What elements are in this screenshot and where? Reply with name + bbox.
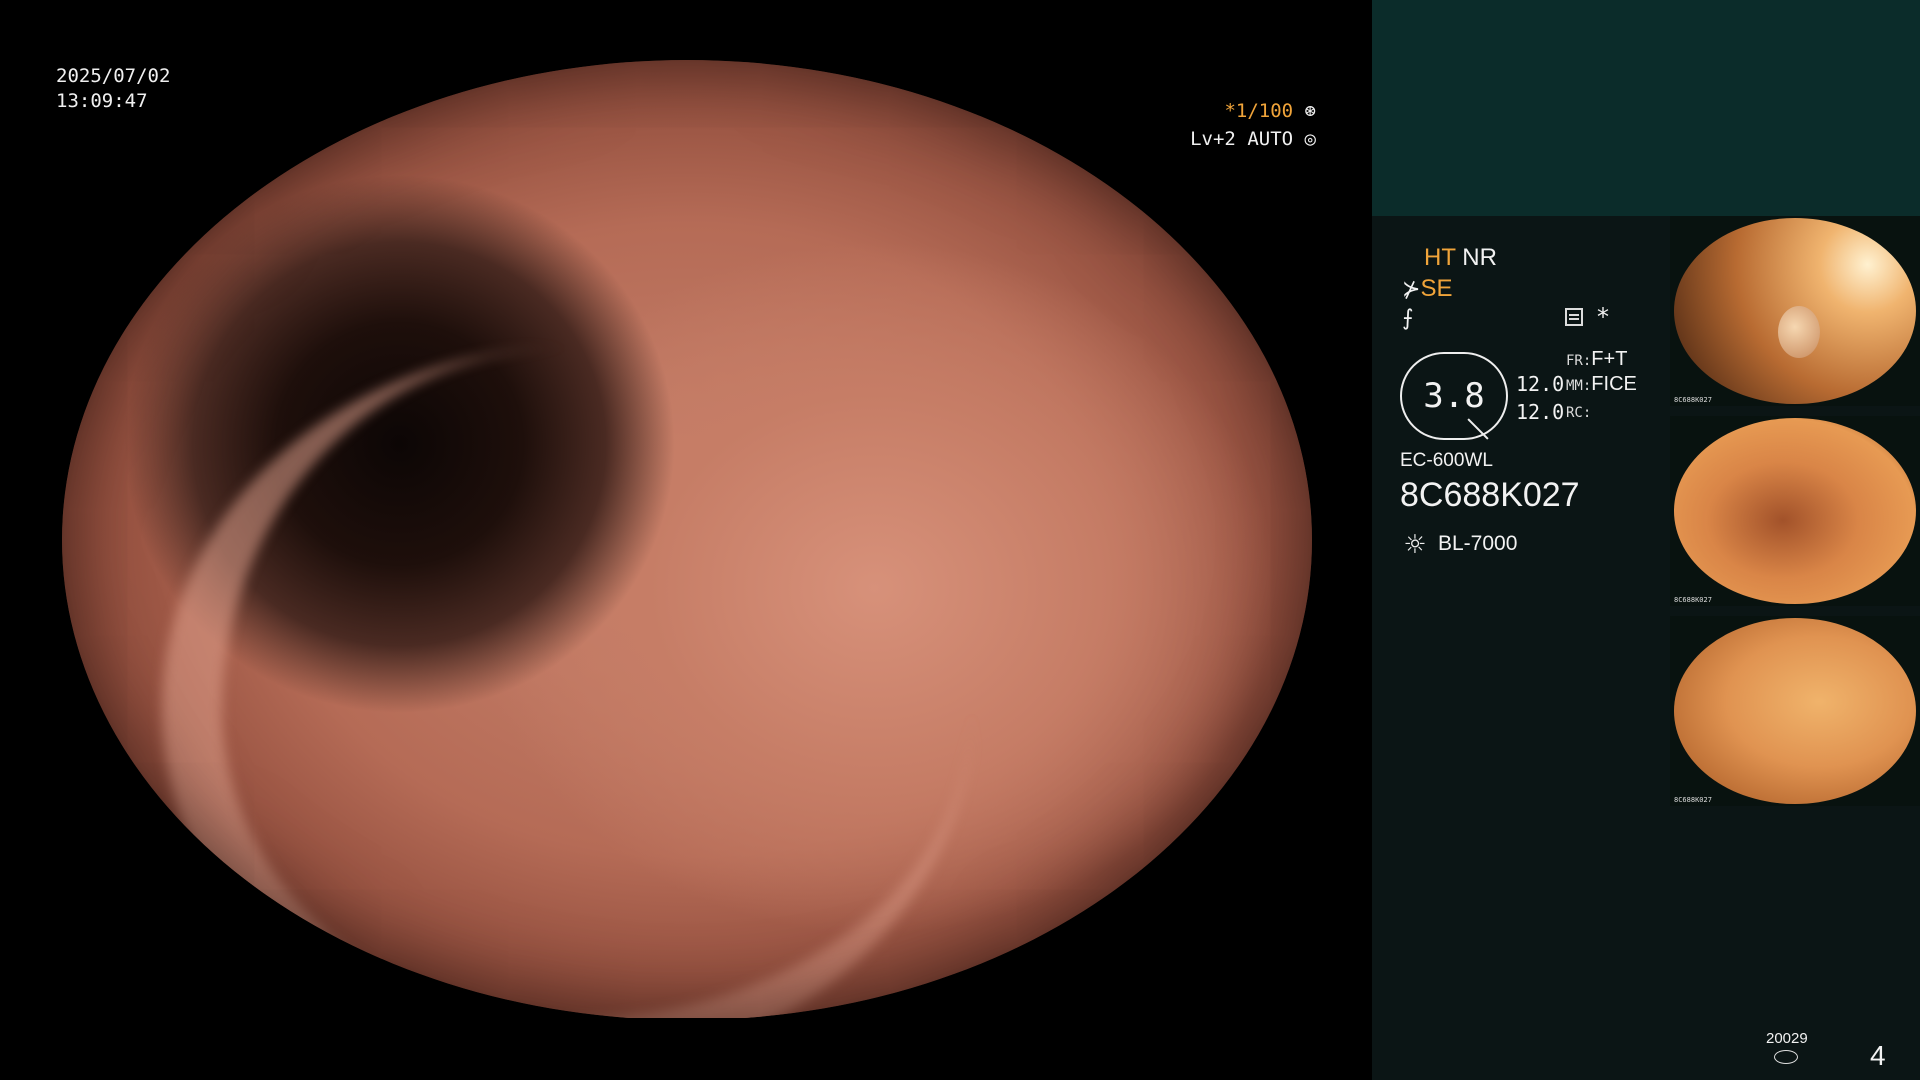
zoom-badge: 3.8 — [1400, 352, 1508, 440]
star-mark: * — [1597, 303, 1609, 331]
nr-label: NR — [1462, 244, 1497, 271]
iris-readout: Lv+2 AUTO ◎ — [1190, 127, 1316, 152]
captured-thumbnail-3[interactable]: 8C688K027 — [1670, 616, 1920, 806]
aperture-icon: ⊛ — [1304, 100, 1316, 122]
endoscope-live-view — [62, 60, 1312, 1020]
thumbnail-label: 8C688K027 — [1674, 596, 1712, 604]
time-text: 13:09:47 — [56, 90, 148, 112]
fr-setting: FR:F+T — [1566, 348, 1627, 371]
rc-setting: RC: — [1566, 400, 1591, 423]
value-readout-1: 12.0 — [1516, 372, 1565, 396]
panel-header-area — [1372, 0, 1920, 216]
shutter-text: *1/100 — [1224, 100, 1294, 122]
settings-grid-icon — [1565, 308, 1583, 326]
storage-icon — [1774, 1050, 1798, 1064]
se-label: SE — [1420, 275, 1453, 302]
page-number: 4 — [1870, 1040, 1886, 1071]
thumbnail-image — [1674, 618, 1916, 804]
view-mask-bottom — [0, 1018, 1372, 1080]
ht-label: HT — [1424, 244, 1456, 271]
frame-code: 20029 — [1766, 1030, 1808, 1047]
fr-key: FR: — [1566, 353, 1592, 369]
light-source: BL-7000 — [1438, 532, 1518, 555]
iris-icon: ◎ — [1304, 128, 1316, 150]
mm-value: FICE — [1591, 373, 1637, 395]
thumbnail-label: 8C688K027 — [1674, 796, 1712, 804]
ht-nr-indicator: HT NR — [1424, 244, 1497, 272]
captured-thumbnail-2[interactable]: 8C688K027 — [1670, 416, 1920, 606]
mm-setting: MM:FICE — [1566, 373, 1637, 396]
view-mask-top — [0, 0, 1372, 60]
shutter-readout: *1/100 ⊛ — [1224, 99, 1316, 124]
iris-level-text: Lv+2 — [1190, 128, 1236, 150]
date-text: 2025/07/02 — [56, 65, 171, 87]
zoom-value: 3.8 — [1423, 376, 1485, 416]
light-bulb-icon: ☼ — [1403, 530, 1427, 560]
mm-key: MM: — [1566, 378, 1592, 394]
zoom-slash-icon — [1467, 418, 1489, 440]
captured-thumbnail-1[interactable]: 8C688K027 — [1670, 216, 1920, 406]
thumbnail-label: 8C688K027 — [1674, 396, 1712, 404]
value-readout-2: 12.0 — [1516, 400, 1565, 424]
filter-icon: ⨍ — [1402, 306, 1414, 331]
scope-serial: 8C688K027 — [1400, 476, 1580, 514]
structure-icon: ⊁ — [1402, 276, 1421, 301]
thumbnail-polyp — [1778, 306, 1820, 358]
se-indicator: ⊁SE — [1402, 275, 1452, 303]
rc-key: RC: — [1566, 405, 1592, 421]
fr-value: F+T — [1591, 348, 1628, 370]
iris-mode-text: AUTO — [1247, 128, 1294, 150]
thumbnail-image — [1674, 418, 1916, 604]
datetime-readout: 2025/07/02 13:09:47 — [56, 64, 170, 114]
scope-model: EC-600WL — [1400, 450, 1493, 471]
